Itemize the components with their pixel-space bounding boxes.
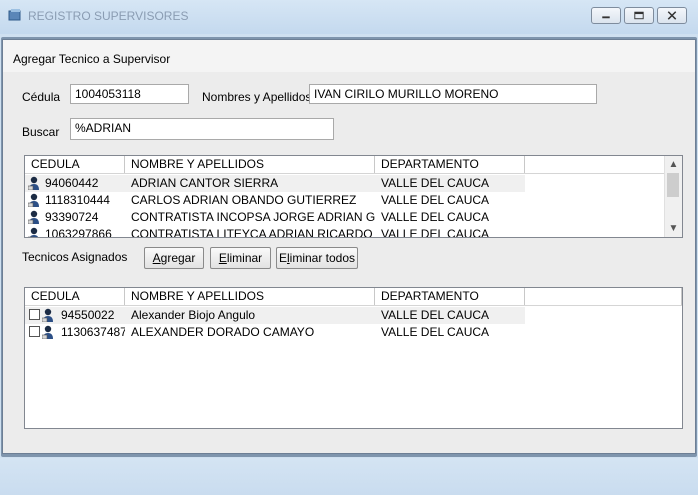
- row-cedula: 94550022: [61, 308, 115, 322]
- person-icon: [28, 176, 39, 190]
- search-grid-scrollbar[interactable]: ▲ ▼: [664, 156, 682, 237]
- col-departamento[interactable]: DEPARTAMENTO: [375, 156, 525, 173]
- dialog-content: Cédula 1004053118 Nombres y Apellidos IV…: [3, 72, 695, 453]
- maximize-icon: [634, 11, 644, 20]
- person-icon: [42, 308, 53, 322]
- person-icon: [28, 193, 39, 207]
- cedula-label: Cédula: [22, 90, 61, 104]
- col-nombre[interactable]: NOMBRE Y APELLIDOS: [125, 156, 375, 173]
- scroll-down-icon[interactable]: ▼: [665, 220, 682, 237]
- buscar-input[interactable]: %ADRIAN: [70, 118, 334, 140]
- close-button[interactable]: [657, 7, 687, 24]
- col-filler: [525, 156, 665, 173]
- col-cedula[interactable]: CEDULA: [25, 288, 125, 305]
- close-icon: [667, 11, 677, 20]
- person-icon: [28, 210, 39, 224]
- row-nombre: ADRIAN CANTOR SIERRA: [131, 176, 279, 190]
- row-departamento: VALLE DEL CAUCA: [381, 176, 490, 190]
- row-cedula: 94060442: [45, 176, 99, 190]
- search-grid-header: CEDULA NOMBRE Y APELLIDOS DEPARTAMENTO: [25, 156, 665, 174]
- agregar-button[interactable]: Agregar: [144, 247, 204, 269]
- assigned-grid: CEDULA NOMBRE Y APELLIDOS DEPARTAMENTO 9…: [24, 287, 683, 429]
- row-departamento: VALLE DEL CAUCA: [381, 210, 490, 224]
- eliminar-button[interactable]: Eliminar: [210, 247, 271, 269]
- person-icon: [28, 227, 39, 237]
- dialog-header: Agregar Tecnico a Supervisor: [3, 40, 695, 73]
- eliminar-todos-button[interactable]: Eliminar todos: [276, 247, 358, 269]
- row-nombre: ALEXANDER DORADO CAMAYO: [131, 325, 315, 339]
- search-row[interactable]: 94060442 ADRIAN CANTOR SIERRA VALLE DEL …: [25, 175, 525, 192]
- row-nombre: Alexander Biojo Angulo: [131, 308, 256, 322]
- col-nombre[interactable]: NOMBRE Y APELLIDOS: [125, 288, 375, 305]
- minimize-button[interactable]: [591, 7, 621, 24]
- search-row[interactable]: 93390724 CONTRATISTA INCOPSA JORGE ADRIA…: [25, 209, 525, 226]
- row-checkbox[interactable]: [29, 309, 40, 320]
- row-departamento: VALLE DEL CAUCA: [381, 325, 490, 339]
- title-bar: REGISTRO SUPERVISORES: [0, 0, 698, 34]
- row-departamento: VALLE DEL CAUCA: [381, 308, 490, 322]
- col-cedula[interactable]: CEDULA: [25, 156, 125, 173]
- search-row[interactable]: 1118310444 CARLOS ADRIAN OBANDO GUTIERRE…: [25, 192, 525, 209]
- search-row[interactable]: 1063297866 CONTRATISTA LITEYCA ADRIAN RI…: [25, 226, 525, 238]
- window-title: REGISTRO SUPERVISORES: [28, 9, 189, 23]
- nombres-label: Nombres y Apellidos: [202, 90, 312, 104]
- maximize-button[interactable]: [624, 7, 654, 24]
- minimize-icon: [602, 16, 610, 19]
- row-cedula: 1130637487: [61, 325, 125, 339]
- dialog-window: Agregar Tecnico a Supervisor Cédula 1004…: [2, 39, 696, 454]
- bottom-frame: [0, 458, 698, 495]
- row-nombre: CARLOS ADRIAN OBANDO GUTIERREZ: [131, 193, 357, 207]
- search-results-grid: CEDULA NOMBRE Y APELLIDOS DEPARTAMENTO 9…: [24, 155, 683, 238]
- row-checkbox[interactable]: [29, 326, 40, 337]
- row-nombre: CONTRATISTA INCOPSA JORGE ADRIAN GA...: [131, 210, 375, 224]
- dialog-title: Agregar Tecnico a Supervisor: [13, 52, 171, 66]
- row-cedula: 93390724: [45, 210, 99, 224]
- row-nombre: CONTRATISTA LITEYCA ADRIAN RICARDO: [131, 227, 373, 238]
- nombres-field[interactable]: IVAN CIRILO MURILLO MORENO: [309, 84, 597, 104]
- row-cedula: 1118310444: [45, 193, 110, 207]
- assigned-row[interactable]: 1130637487 ALEXANDER DORADO CAMAYO VALLE…: [25, 324, 525, 341]
- row-departamento: VALLE DEL CAUCA: [381, 227, 490, 238]
- assigned-grid-header: CEDULA NOMBRE Y APELLIDOS DEPARTAMENTO: [25, 288, 682, 306]
- tecnicos-asignados-label: Tecnicos Asignados: [22, 250, 128, 264]
- assigned-row[interactable]: 94550022 Alexander Biojo Angulo VALLE DE…: [25, 307, 525, 324]
- cedula-field[interactable]: 1004053118: [70, 84, 189, 104]
- col-filler: [525, 288, 682, 305]
- col-departamento[interactable]: DEPARTAMENTO: [375, 288, 525, 305]
- buscar-label: Buscar: [22, 125, 60, 139]
- scroll-up-icon[interactable]: ▲: [665, 156, 682, 173]
- row-departamento: VALLE DEL CAUCA: [381, 193, 490, 207]
- app-icon: [8, 9, 21, 21]
- scroll-thumb[interactable]: [667, 173, 679, 197]
- person-icon: [42, 325, 53, 339]
- row-cedula: 1063297866: [45, 227, 112, 238]
